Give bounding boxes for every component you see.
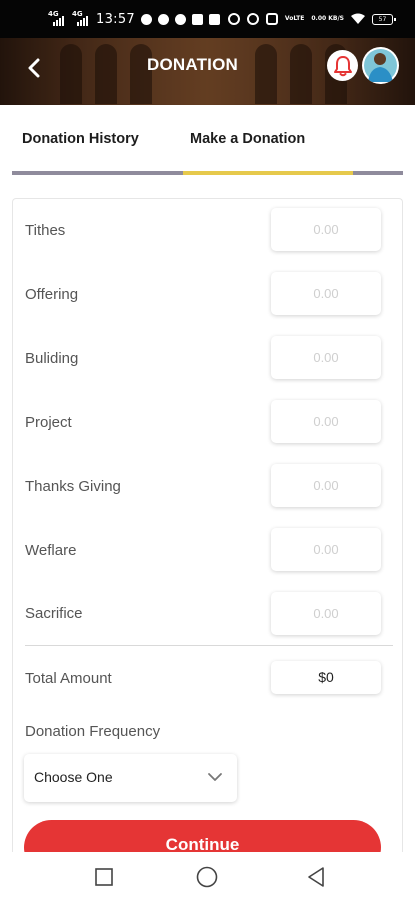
chevron-down-icon (208, 773, 222, 781)
signal-icon-2: 4G (72, 10, 90, 26)
tithes-input[interactable]: 0.00 (271, 208, 381, 251)
home-button[interactable] (196, 866, 218, 888)
frequency-selected-value: Choose One (34, 769, 113, 785)
square-icon (95, 868, 113, 886)
tab-make-a-donation[interactable]: Make a Donation (190, 131, 305, 147)
back-nav-button[interactable] (305, 866, 327, 888)
message-icon (140, 13, 152, 25)
battery-icon: 57 (372, 13, 396, 25)
tithes-label: Tithes (25, 222, 66, 239)
recent-apps-button[interactable] (93, 866, 115, 888)
thanks-giving-label: Thanks Giving (25, 478, 121, 495)
status-time: 13:57 (96, 11, 135, 27)
tab-indicator-active (183, 171, 353, 175)
tab-donation-history[interactable]: Donation History (22, 131, 139, 147)
total-amount-value: $0 (271, 661, 381, 694)
volte-indicator: VoLTE (284, 15, 305, 22)
sacrifice-input[interactable]: 0.00 (271, 592, 381, 635)
gamepad-icon (191, 13, 203, 25)
notifications-button[interactable] (327, 50, 358, 81)
signal-icon: 4G (48, 10, 66, 26)
offering-label: Offering (25, 286, 79, 303)
circle-icon (196, 866, 218, 888)
alarm-icon (227, 13, 240, 25)
donation-tabs: Donation History Make a Donation (0, 105, 415, 175)
bell-icon (333, 55, 352, 76)
notification-dot-icon (174, 13, 186, 25)
total-divider (25, 645, 393, 646)
donation-form: Tithes 0.00 Offering 0.00 Buliding 0.00 … (12, 198, 403, 868)
profile-avatar[interactable] (362, 47, 399, 84)
tab-indicator-inactive-right (353, 171, 403, 175)
building-input[interactable]: 0.00 (271, 336, 381, 379)
status-bar: 4G 4G 13:57 VoLTE 0.00 KB/S 57 (0, 0, 415, 38)
compass-icon (157, 13, 169, 25)
total-amount-label: Total Amount (25, 670, 112, 687)
project-input[interactable]: 0.00 (271, 400, 381, 443)
sacrifice-label: Sacrifice (25, 605, 83, 622)
tab-indicator-inactive (12, 171, 183, 175)
building-label: Buliding (25, 350, 79, 367)
wifi-icon (351, 13, 365, 24)
call-icon (265, 13, 278, 25)
welfare-label: Weflare (25, 542, 77, 559)
welfare-input[interactable]: 0.00 (271, 528, 381, 571)
avatar-image (364, 49, 397, 82)
donation-frequency-label: Donation Frequency (25, 723, 161, 740)
project-label: Project (25, 414, 72, 431)
donation-frequency-select[interactable]: Choose One (24, 754, 237, 802)
vpn-icon (246, 13, 259, 25)
app-notification-icon (208, 13, 220, 25)
app-header: DONATION (0, 38, 415, 105)
triangle-back-icon (308, 867, 324, 887)
network-speed: 0.00 KB/S (311, 15, 344, 22)
battery-level: 57 (378, 15, 387, 23)
offering-input[interactable]: 0.00 (271, 272, 381, 315)
system-nav-bar (0, 852, 415, 900)
thanks-giving-input[interactable]: 0.00 (271, 464, 381, 507)
